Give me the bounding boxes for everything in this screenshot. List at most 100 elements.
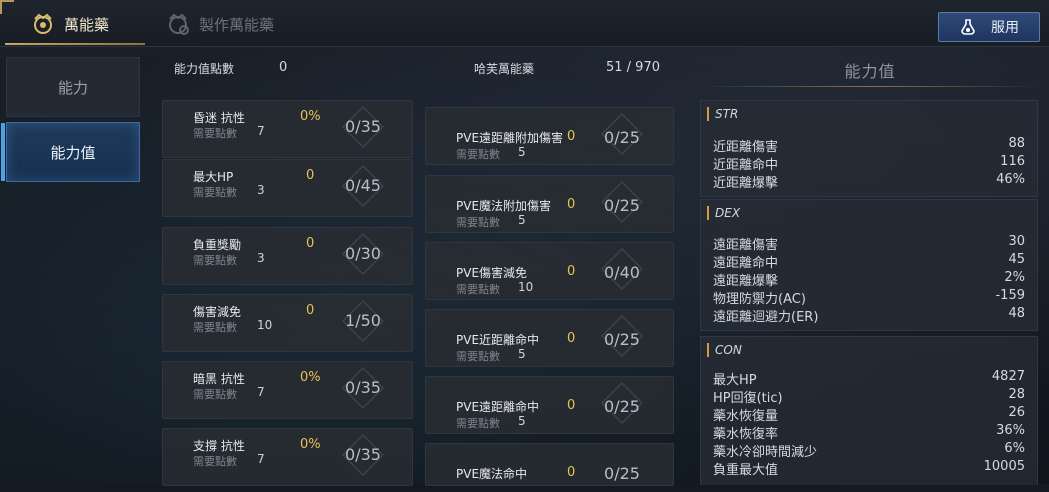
stat-label: 藥水恢復率 — [713, 427, 779, 442]
stat-number: 28 — [1008, 387, 1025, 402]
stat-label: 負重最大值 — [713, 463, 779, 478]
stat-number: 26 — [1008, 405, 1025, 420]
stat-number: 116 — [1000, 154, 1025, 169]
required-points-value: 7 — [257, 124, 265, 138]
stat-card-pve-melee-hit[interactable]: PVE近距離命中 需要點數 5 0 0/25 — [425, 309, 674, 367]
stat-card-pve-dmg-reduction[interactable]: PVE傷害減免 需要點數 10 0 0/40 — [425, 242, 674, 300]
stats-panel-divider — [700, 86, 1040, 87]
top-bar: 萬能藥 製作萬能藥 服用 — [0, 0, 1049, 47]
elixir-value: 51 / 970 — [606, 60, 660, 75]
stat-label: 遠距離迴避力(ER) — [713, 310, 819, 325]
use-button[interactable]: 服用 — [938, 12, 1040, 42]
stat-value: 0 — [567, 465, 576, 480]
required-points-label: 需要點數 — [456, 148, 500, 161]
potion-flask-icon — [961, 19, 975, 35]
stat-label: 物理防禦力(AC) — [713, 292, 806, 307]
stat-card-damage-reduction[interactable]: 傷害減免 需要點數 10 0 1/50 — [162, 294, 413, 352]
sidebar-item-stats[interactable]: 能力值 — [1, 122, 140, 182]
required-points-value: 5 — [518, 145, 526, 159]
stat-ratio: 0/30 — [345, 243, 381, 263]
stats-panel-title: 能力值 — [844, 62, 896, 81]
stat-name: 昏迷 抗性 — [193, 111, 245, 125]
stat-ratio: 0/25 — [604, 329, 640, 349]
stat-ratio: 1/50 — [345, 310, 381, 330]
tab-craft-elixir[interactable]: 製作萬能藥 — [165, 8, 274, 40]
tab-label: 製作萬能藥 — [199, 15, 275, 34]
stat-ratio: 0/35 — [345, 377, 381, 397]
stat-number: 10005 — [983, 459, 1025, 474]
required-points-label: 需要點數 — [456, 283, 500, 296]
stat-ratio: 0/25 — [604, 195, 640, 215]
stat-label: 藥水恢復量 — [713, 409, 779, 424]
tab-elixir[interactable]: 萬能藥 — [30, 8, 109, 40]
stat-group-str: STR 近距離傷害 88 近距離命中 116 近距離爆擊 46% — [700, 100, 1038, 197]
required-points-value: 10 — [518, 280, 534, 294]
sidebar-item-label: 能力值 — [50, 143, 96, 162]
stat-card-support-resist[interactable]: 支撐 抗性 需要點數 7 0% 0/35 — [162, 428, 413, 486]
stat-number: 36% — [996, 423, 1025, 438]
required-points-label: 需要點數 — [456, 216, 500, 229]
stat-label: 遠距離爆擊 — [713, 274, 779, 289]
required-points-label: 需要點數 — [193, 388, 237, 401]
stat-value: 0 — [306, 236, 315, 251]
stat-label: 遠距離命中 — [713, 256, 779, 271]
stat-number: 4827 — [991, 369, 1025, 384]
stat-label: 近距離命中 — [713, 158, 779, 173]
stat-card-pve-magic-dmg[interactable]: PVE魔法附加傷害 需要點數 5 0 0/25 — [425, 175, 674, 233]
stat-number: -159 — [995, 288, 1025, 303]
stat-name: PVE遠距離附加傷害 — [456, 131, 564, 145]
points-label: 能力值點數 — [174, 62, 235, 76]
stat-value: 0 — [567, 129, 576, 144]
use-button-label: 服用 — [991, 20, 1019, 36]
stat-name: 負重獎勵 — [193, 238, 242, 252]
stat-card-dark-resist[interactable]: 暗黑 抗性 需要點數 7 0% 0/35 — [162, 361, 413, 419]
stat-card-stun-resist[interactable]: 昏迷 抗性 需要點數 7 0% 0/35 — [162, 100, 413, 158]
stat-number: 45 — [1008, 252, 1025, 267]
required-points-value: 10 — [257, 318, 273, 332]
required-points-label: 需要點數 — [193, 254, 237, 267]
stat-label: 藥水冷卻時間減少 — [713, 445, 818, 460]
stat-group-con: CON 最大HP 4827 HP回復(tic) 28 藥水恢復量 26 藥水恢復率 36… — [700, 336, 1038, 485]
tab-label: 萬能藥 — [64, 15, 110, 34]
elixir-label: 哈芙萬能藥 — [474, 62, 535, 76]
stat-name: 暗黑 抗性 — [193, 372, 245, 386]
stat-label: 最大HP — [713, 373, 757, 388]
sidebar-item-ability[interactable]: 能力 — [6, 57, 140, 117]
stat-card-pve-magic-hit[interactable]: PVE魔法命中 0 0/25 — [425, 443, 674, 486]
stat-value: 0 — [567, 264, 576, 279]
stat-name: PVE魔法命中 — [456, 467, 528, 481]
stat-value: 0 — [306, 168, 315, 183]
required-points-value: 3 — [257, 251, 265, 265]
required-points-value: 7 — [257, 385, 265, 399]
stat-label: 近距離傷害 — [713, 140, 779, 155]
stat-name: 最大HP — [193, 170, 234, 184]
stat-ratio: 0/45 — [345, 175, 381, 195]
stat-value: 0 — [306, 303, 315, 318]
stat-value: 0% — [300, 109, 321, 124]
stat-ratio: 0/35 — [345, 116, 381, 136]
stat-name: 傷害減免 — [193, 305, 242, 319]
stat-card-pve-ranged-dmg[interactable]: PVE遠距離附加傷害 需要點數 5 0 0/25 — [425, 107, 674, 165]
required-points-value: 7 — [257, 452, 265, 466]
required-points-label: 需要點數 — [193, 321, 237, 334]
required-points-label: 需要點數 — [456, 350, 500, 363]
active-tab-indicator — [5, 43, 145, 45]
stat-group-heading: CON — [707, 343, 742, 357]
stat-value: 0 — [567, 197, 576, 212]
stat-number: 2% — [1004, 270, 1025, 285]
stat-card-pve-ranged-hit[interactable]: PVE遠距離命中 需要點數 5 0 0/25 — [425, 376, 674, 434]
stat-name: PVE近距離命中 — [456, 333, 540, 347]
stat-label: 遠距離傷害 — [713, 238, 779, 253]
stat-value: 0% — [300, 370, 321, 385]
required-points-label: 需要點數 — [193, 186, 237, 199]
stat-value: 0% — [300, 437, 321, 452]
stat-name: PVE傷害減免 — [456, 266, 528, 280]
stat-number: 88 — [1008, 136, 1025, 151]
stat-number: 6% — [1004, 441, 1025, 456]
stat-number: 48 — [1008, 306, 1025, 321]
points-value: 0 — [279, 60, 288, 75]
stat-card-weight-bonus[interactable]: 負重獎勵 需要點數 3 0 0/30 — [162, 227, 413, 285]
stat-number: 46% — [996, 172, 1025, 187]
required-points-label: 需要點數 — [193, 127, 237, 140]
stat-card-max-hp[interactable]: 最大HP 需要點數 3 0 0/45 — [162, 159, 413, 217]
